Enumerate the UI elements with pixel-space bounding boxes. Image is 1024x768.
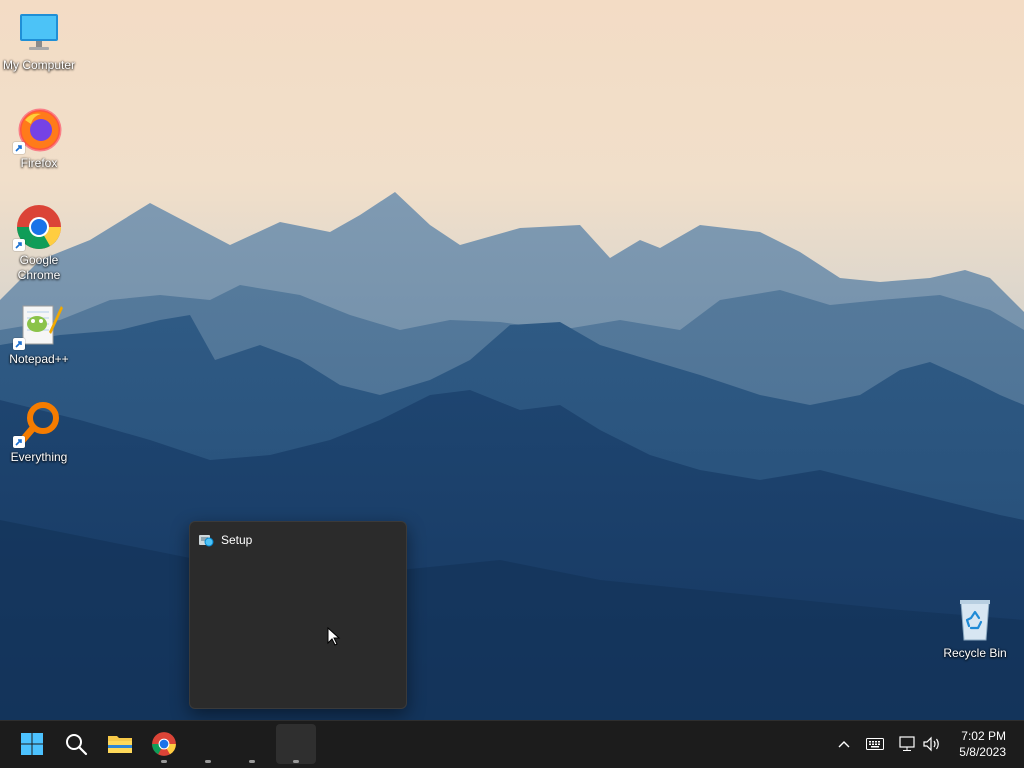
desktop-icon-label: My Computer (2, 58, 76, 72)
folder-icon (108, 736, 132, 753)
clock-time: 7:02 PM (961, 729, 1006, 743)
shortcut-arrow-icon (13, 239, 25, 251)
taskbar-thumbnail-preview[interactable]: Setup (189, 521, 407, 709)
show-hidden-icons-button[interactable] (834, 734, 854, 754)
search-icon (66, 734, 88, 756)
running-indicator (161, 760, 167, 763)
taskbar: 7:02 PM 5/8/2023 (0, 720, 1024, 768)
desktop-icon-my-computer[interactable]: My Computer (0, 8, 78, 73)
running-indicator (249, 760, 255, 763)
monitor-icon (15, 8, 63, 56)
windows-start-icon (21, 733, 43, 755)
firefox-icon (13, 106, 63, 154)
desktop-icon-label: Notepad++ (9, 352, 69, 366)
input-indicator[interactable] (865, 734, 885, 754)
everything-search-icon (13, 400, 63, 448)
system-clock[interactable]: 7:02 PM 5/8/2023 (959, 728, 1006, 760)
desktop-icon-label: Firefox (20, 156, 58, 170)
chrome-taskbar-button[interactable] (144, 724, 184, 764)
desktop-icon-everything[interactable]: Everything (0, 400, 78, 465)
desktop-icon-firefox[interactable]: Firefox (0, 106, 78, 171)
desktop[interactable]: My Computer Firefox Google Chrome Notepa… (0, 0, 1024, 720)
chrome-icon (13, 203, 63, 251)
shortcut-arrow-icon (13, 338, 25, 350)
taskbar-app-button-2[interactable] (232, 724, 272, 764)
desktop-icon-label: Everything (10, 450, 68, 464)
setup-icon (198, 532, 214, 548)
running-indicator (205, 760, 211, 763)
desktop-icon-recycle-bin[interactable]: Recycle Bin (936, 596, 1014, 661)
shortcut-arrow-icon (13, 142, 25, 154)
network-icon (899, 736, 915, 751)
notepadpp-icon (13, 302, 63, 350)
recycle-bin-icon (951, 596, 999, 644)
taskbar-app-button-1[interactable] (188, 724, 228, 764)
start-button[interactable] (12, 724, 52, 764)
volume-icon (923, 736, 939, 752)
keyboard-icon (866, 738, 884, 750)
setup-taskbar-button[interactable] (276, 724, 316, 764)
shortcut-arrow-icon (13, 436, 25, 448)
desktop-icon-notepad-plus-plus[interactable]: Notepad++ (0, 302, 78, 367)
clock-date: 5/8/2023 (959, 745, 1006, 759)
preview-title: Setup (221, 533, 253, 547)
running-indicator (293, 760, 299, 763)
search-button[interactable] (56, 724, 96, 764)
desktop-icon-label: Google Chrome (17, 253, 61, 282)
volume-button[interactable] (922, 734, 942, 754)
file-explorer-button[interactable] (100, 724, 140, 764)
wallpaper-mountains (0, 0, 1024, 720)
chevron-up-icon (838, 741, 850, 748)
preview-title-bar: Setup (198, 532, 252, 548)
network-button[interactable] (898, 734, 918, 754)
mouse-cursor-icon (327, 627, 341, 646)
desktop-icon-google-chrome[interactable]: Google Chrome (0, 203, 78, 283)
desktop-icon-label: Recycle Bin (943, 646, 1007, 660)
chrome-icon (152, 732, 176, 756)
